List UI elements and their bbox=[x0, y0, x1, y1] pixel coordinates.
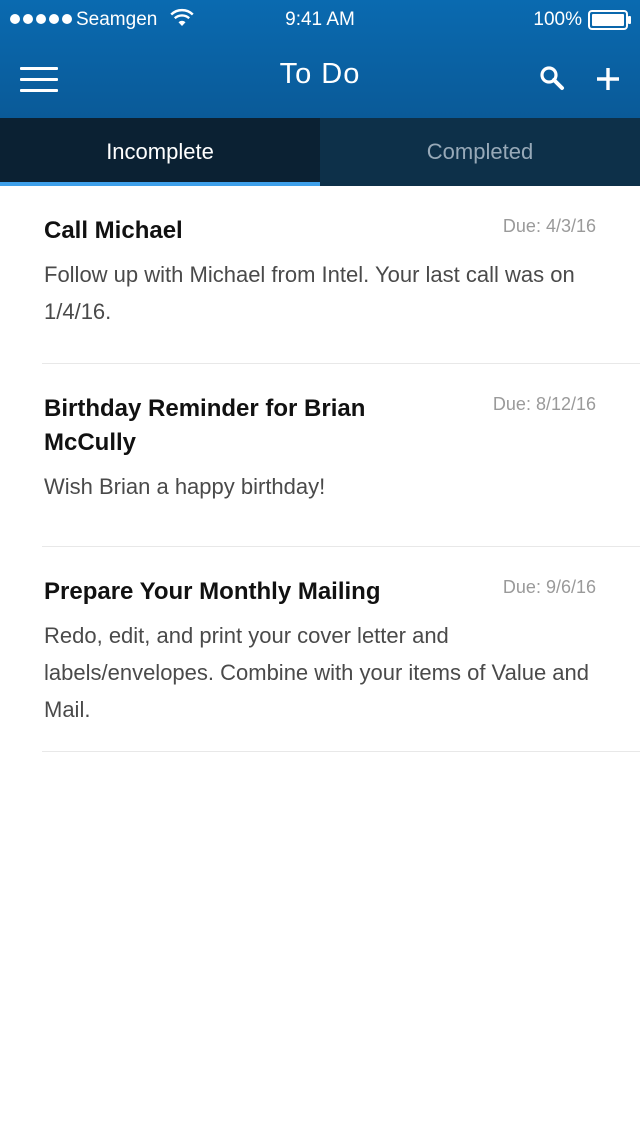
task-due-date: Due: 8/12/16 bbox=[492, 394, 596, 414]
task-description: Follow up with Michael from Intel. Your … bbox=[44, 262, 575, 324]
battery-icon bbox=[588, 10, 631, 30]
task-item[interactable]: Prepare Your Monthly Mailing Due: 9/6/16… bbox=[42, 547, 640, 752]
task-title: Call Michael bbox=[44, 217, 183, 244]
app-header: Seamgen 9:41 AM 100% To Do bbox=[0, 0, 640, 118]
task-title: Prepare Your Monthly Mailing bbox=[44, 578, 381, 605]
nav-bar: To Do bbox=[0, 40, 640, 118]
task-description: Wish Brian a happy birthday! bbox=[44, 474, 326, 499]
battery-percent: 100% bbox=[533, 9, 582, 30]
task-item[interactable]: Call Michael Due: 4/3/16 Follow up with … bbox=[42, 186, 640, 364]
tab-completed[interactable]: Completed bbox=[320, 118, 640, 186]
task-item[interactable]: Birthday Reminder for Brian McCully Due:… bbox=[42, 364, 640, 547]
plus-icon[interactable] bbox=[595, 66, 621, 92]
task-list: Call Michael Due: 4/3/16 Follow up with … bbox=[0, 186, 640, 752]
status-bar: Seamgen 9:41 AM 100% bbox=[0, 0, 640, 40]
task-due-date: Due: 4/3/16 bbox=[502, 216, 596, 236]
status-tabs: Incomplete Completed bbox=[0, 118, 640, 186]
task-due-date: Due: 9/6/16 bbox=[502, 577, 596, 597]
search-icon[interactable] bbox=[538, 64, 566, 92]
tab-incomplete[interactable]: Incomplete bbox=[0, 118, 320, 186]
task-title: Birthday Reminder for Brian McCully bbox=[44, 395, 366, 456]
task-description: Redo, edit, and print your cover letter … bbox=[44, 623, 590, 722]
